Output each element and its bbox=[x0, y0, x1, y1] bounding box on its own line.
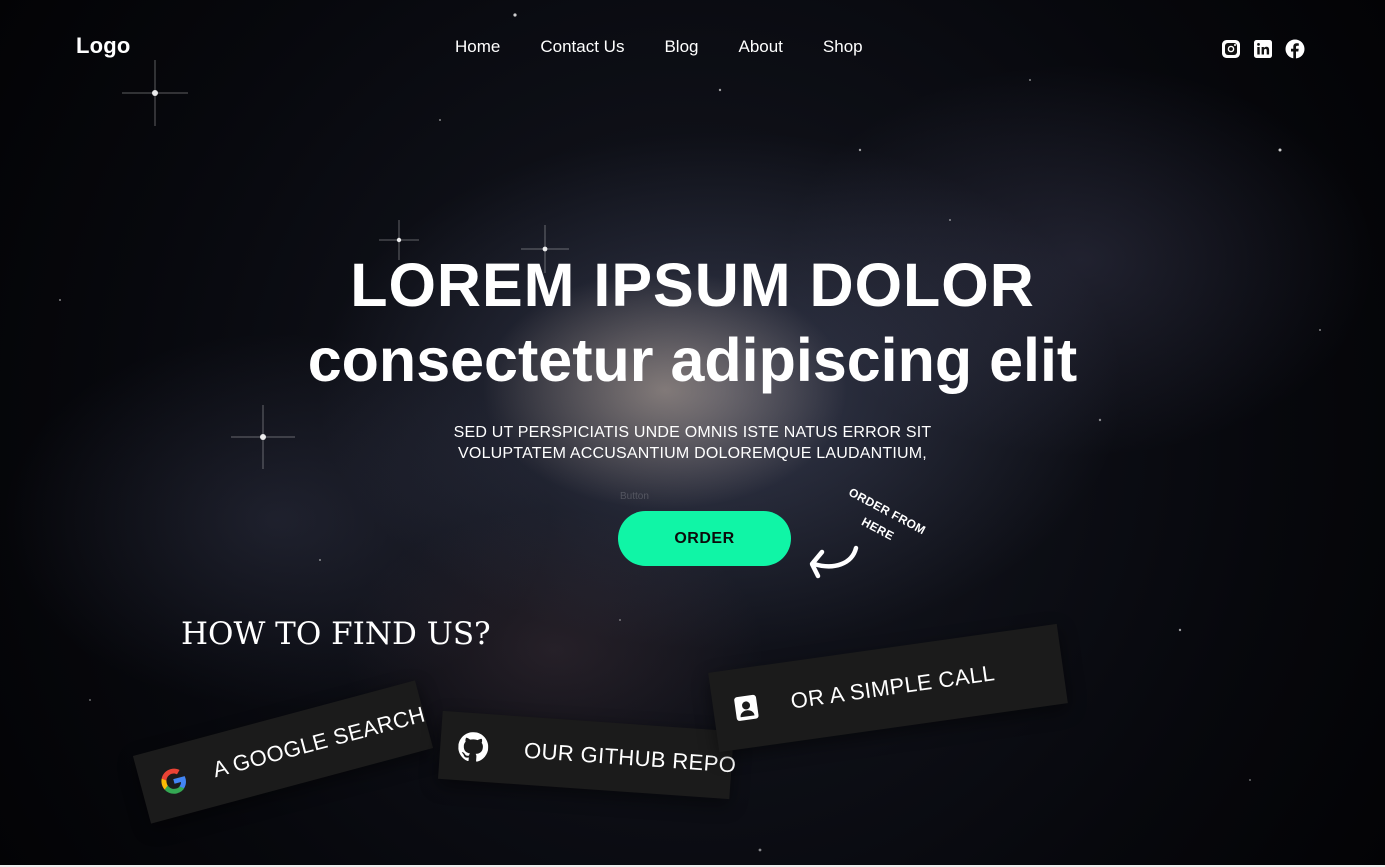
linkedin-icon[interactable] bbox=[1253, 39, 1273, 59]
order-button[interactable]: ORDER bbox=[618, 511, 791, 566]
nav-contact-us[interactable]: Contact Us bbox=[540, 37, 624, 57]
nav-blog[interactable]: Blog bbox=[664, 37, 698, 57]
nav-shop[interactable]: Shop bbox=[823, 37, 863, 57]
github-icon bbox=[457, 731, 489, 763]
find-us-title: HOW TO FIND US? bbox=[181, 616, 491, 652]
nav-home[interactable]: Home bbox=[455, 37, 500, 57]
logo[interactable]: Logo bbox=[76, 33, 131, 59]
google-icon bbox=[155, 763, 192, 800]
curved-arrow-icon bbox=[809, 545, 859, 579]
hero-subtitle-line2: VOLUPTATEM ACCUSANTIUM DOLOREMQUE LAUDAN… bbox=[458, 445, 927, 462]
hero-subtitle-line1: SED UT PERSPICIATIS UNDE OMNIS ISTE NATU… bbox=[453, 424, 932, 441]
hero-title-line2: consectetur adipiscing elit bbox=[307, 326, 1078, 394]
simple-call-label: OR A SIMPLE CALL bbox=[789, 660, 997, 714]
facebook-icon[interactable] bbox=[1285, 39, 1305, 59]
hero-subtitle: SED UT PERSPICIATIS UNDE OMNIS ISTE NATU… bbox=[0, 422, 1385, 464]
social-links bbox=[1221, 39, 1305, 59]
hero-title-line1: LOREM IPSUM DOLOR bbox=[350, 251, 1035, 319]
github-repo-label: OUR GITHUB REPO bbox=[523, 737, 738, 778]
instagram-icon[interactable] bbox=[1221, 39, 1241, 59]
button-caption: Button bbox=[620, 491, 649, 502]
nav-about[interactable]: About bbox=[738, 37, 782, 57]
main-nav: Home Contact Us Blog About Shop bbox=[455, 37, 863, 57]
contact-icon bbox=[729, 691, 763, 725]
